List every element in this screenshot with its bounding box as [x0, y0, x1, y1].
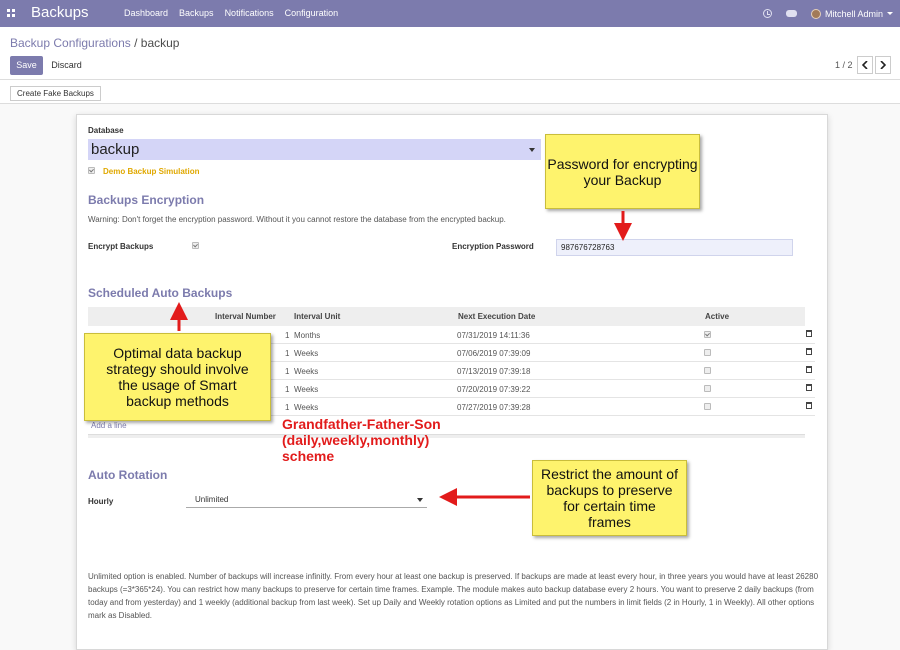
menu-notifications[interactable]: Notifications	[225, 8, 274, 18]
control-panel: Backup Configurations / backup Save Disc…	[0, 27, 900, 80]
encryption-password-label: Encryption Password	[452, 242, 534, 251]
col-interval-unit[interactable]: Interval Unit	[294, 312, 340, 321]
schedule-table-header: Interval Number Interval Unit Next Execu…	[88, 307, 805, 326]
menu-backups[interactable]: Backups	[179, 8, 214, 18]
main-menu: Dashboard Backups Notifications Configur…	[124, 8, 338, 18]
systray: Mitchell Admin	[762, 0, 900, 27]
encrypt-backups-label: Encrypt Backups	[88, 242, 154, 251]
dropdown-arrow-icon	[529, 148, 535, 152]
gfs-callout: Grandfather-Father-Son (daily,weekly,mon…	[282, 416, 441, 464]
trash-icon[interactable]	[806, 366, 812, 373]
cell-interval-number: 1	[285, 331, 290, 340]
chevron-left-icon	[862, 61, 868, 69]
trash-icon[interactable]	[806, 330, 812, 337]
dropdown-arrow-icon	[417, 498, 423, 502]
user-menu[interactable]: Mitchell Admin	[825, 9, 883, 19]
password-callout: Password for encrypting your Backup	[545, 134, 700, 209]
menu-dashboard[interactable]: Dashboard	[124, 8, 168, 18]
database-value: backup	[91, 141, 140, 158]
cell-interval-unit: Weeks	[294, 367, 319, 376]
apps-menu-icon[interactable]	[7, 9, 15, 17]
cell-interval-unit: Weeks	[294, 385, 319, 394]
hourly-value: Unlimited	[195, 495, 229, 504]
breadcrumb-current: backup	[140, 36, 180, 50]
hourly-label: Hourly	[88, 497, 114, 506]
active-checkbox[interactable]	[704, 385, 711, 392]
col-next-execution[interactable]: Next Execution Date	[458, 312, 535, 321]
rotation-callout: Restrict the amount of backups to preser…	[532, 460, 687, 536]
cell-next-execution: 07/20/2019 07:39:22	[457, 385, 531, 394]
strategy-callout: Optimal data backup strategy should invo…	[84, 333, 271, 421]
col-interval-number[interactable]: Interval Number	[215, 312, 276, 321]
cell-interval-unit: Weeks	[294, 403, 319, 412]
encryption-warning: Warning: Don't forget the encryption pas…	[88, 215, 506, 224]
active-checkbox[interactable]	[704, 349, 711, 356]
cell-next-execution: 07/13/2019 07:39:18	[457, 367, 531, 376]
demo-simulation-label: Demo Backup Simulation	[103, 167, 200, 176]
top-navbar: Backups Dashboard Backups Notifications …	[0, 0, 900, 27]
chevron-right-icon	[880, 61, 886, 69]
form-statusbar: Create Fake Backups	[0, 80, 900, 104]
activity-clock-icon[interactable]	[762, 9, 772, 18]
encryption-section-title: Backups Encryption	[88, 193, 205, 207]
messaging-icon[interactable]	[785, 10, 797, 17]
avatar[interactable]	[810, 8, 821, 19]
breadcrumb-parent[interactable]: Backup Configurations	[10, 36, 131, 50]
user-caret-icon[interactable]	[887, 12, 893, 15]
cell-interval-number: 1	[285, 367, 290, 376]
pager-previous-button[interactable]	[857, 56, 873, 74]
encrypt-backups-checkbox[interactable]	[192, 242, 199, 249]
menu-configuration[interactable]: Configuration	[285, 8, 339, 18]
breadcrumb: Backup Configurations / backup	[10, 36, 179, 50]
pager-value[interactable]: 1 / 2	[835, 60, 853, 70]
pager-next-button[interactable]	[875, 56, 891, 74]
cell-next-execution: 07/31/2019 14:11:36	[457, 331, 530, 340]
trash-icon[interactable]	[806, 348, 812, 355]
cell-interval-number: 1	[285, 385, 290, 394]
database-select[interactable]: backup	[88, 139, 541, 160]
cell-next-execution: 07/27/2019 07:39:28	[457, 403, 531, 412]
col-active[interactable]: Active	[705, 312, 729, 321]
cell-interval-number: 1	[285, 349, 290, 358]
encryption-password-input[interactable]: 987676728763	[556, 239, 793, 256]
trash-icon[interactable]	[806, 384, 812, 391]
cell-next-execution: 07/06/2019 07:39:09	[457, 349, 531, 358]
rotation-section-title: Auto Rotation	[88, 468, 168, 482]
demo-simulation-checkbox[interactable]	[88, 167, 95, 174]
scheduled-section-title: Scheduled Auto Backups	[88, 286, 233, 300]
trash-icon[interactable]	[806, 402, 812, 409]
hourly-select[interactable]: Unlimited	[186, 493, 427, 508]
create-fake-backups-button[interactable]: Create Fake Backups	[10, 86, 101, 101]
add-line-link[interactable]: Add a line	[91, 421, 127, 430]
rotation-help-text: Unlimited option is enabled. Number of b…	[88, 572, 819, 620]
active-checkbox[interactable]	[704, 331, 711, 338]
app-brand: Backups	[31, 4, 89, 21]
cell-interval-unit: Weeks	[294, 349, 319, 358]
cell-interval-unit: Months	[294, 331, 321, 340]
active-checkbox[interactable]	[704, 403, 711, 410]
active-checkbox[interactable]	[704, 367, 711, 374]
database-label: Database	[88, 126, 124, 135]
cell-interval-number: 1	[285, 403, 290, 412]
save-button[interactable]: Save	[10, 56, 43, 75]
breadcrumb-separator: /	[130, 36, 141, 50]
discard-button[interactable]: Discard	[46, 56, 87, 75]
